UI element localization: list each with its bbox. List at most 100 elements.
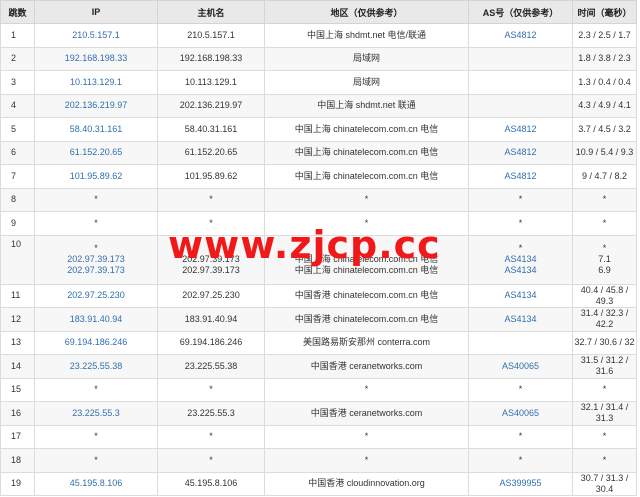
as-link[interactable]: AS4134 xyxy=(469,290,572,301)
region-cell: * xyxy=(264,211,469,236)
hop-number: 11 xyxy=(0,283,35,308)
as-cell: AS399955 xyxy=(468,471,573,496)
as-link[interactable]: AS4812 xyxy=(469,171,572,182)
as-cell: * AS4134 AS4134 xyxy=(468,234,573,285)
ip-link[interactable]: 183.91.40.94 xyxy=(35,314,157,325)
as-cell: * xyxy=(468,187,573,212)
ip-link[interactable]: 10.113.129.1 xyxy=(35,77,157,88)
time-cell: * xyxy=(572,377,637,402)
as-link[interactable]: AS40065 xyxy=(469,408,572,419)
ip-link[interactable]: 23.225.55.3 xyxy=(35,408,157,419)
time-cell: * xyxy=(572,424,637,449)
as-text xyxy=(469,100,572,111)
ip-link[interactable]: 69.194.186.246 xyxy=(35,337,157,348)
header-as: AS号（仅供参考） xyxy=(468,0,573,24)
hostname-cell: * xyxy=(157,448,265,473)
as-cell xyxy=(468,330,573,355)
hostname-cell: 192.168.198.33 xyxy=(157,46,265,71)
table-row: 12 183.91.40.94 183.91.40.94 中国香港 chinatele… xyxy=(0,307,637,332)
as-cell: AS4812 xyxy=(468,23,573,48)
ip-link[interactable]: 58.40.31.161 xyxy=(35,124,157,135)
region-text: 中国上海 chinatelecom.com.cn 电信 xyxy=(294,170,439,181)
header-hop: 跳数 xyxy=(0,0,35,24)
hostname-text: 202.97.39.173 xyxy=(182,265,240,275)
ip-link[interactable]: 202.97.25.230 xyxy=(35,290,157,301)
as-link[interactable]: AS4134 xyxy=(469,254,572,265)
ip-link[interactable]: 61.152.20.65 xyxy=(35,147,157,158)
hostname-text: 10.113.129.1 xyxy=(185,76,237,87)
hop-number: 18 xyxy=(0,448,35,473)
time-text: 30.7 / 31.3 / 30.4 xyxy=(580,472,629,494)
ip-cell: 101.95.89.62 xyxy=(34,164,158,189)
hop-number: 10 xyxy=(0,234,35,285)
hostname-text: 202.136.219.97 xyxy=(179,100,243,111)
ip-link[interactable]: 202.97.39.173 xyxy=(35,254,157,265)
region-cell: 中国香港 ceranetworks.com xyxy=(264,401,469,426)
time-text: 7.1 xyxy=(598,254,611,264)
time-cell: 2.3 / 2.5 / 1.7 xyxy=(572,23,637,48)
ip-cell: 210.5.157.1 xyxy=(34,23,158,48)
table-row: 2 192.168.198.33 192.168.198.33 局域网 1.8 / 3… xyxy=(0,46,637,71)
hostname-text: * xyxy=(209,454,213,465)
table-row: 4 202.136.219.97 202.136.219.97 中国上海 shdmt.… xyxy=(0,93,637,118)
region-text xyxy=(265,243,468,254)
hop-number: 5 xyxy=(0,117,35,142)
hostname-text: 69.194.186.246 xyxy=(179,337,243,348)
time-text: 6.9 xyxy=(598,265,611,275)
region-text: * xyxy=(364,384,369,395)
as-cell: * xyxy=(468,377,573,402)
as-link[interactable]: AS4812 xyxy=(469,124,572,135)
table-row: 1 210.5.157.1 210.5.157.1 中国上海 shdmt.net 电信… xyxy=(0,23,637,48)
as-link[interactable]: AS4812 xyxy=(469,30,572,41)
region-text: 中国上海 shdmt.net 联通 xyxy=(317,100,416,111)
region-cell: 中国香港 chinatelecom.com.cn 电信 xyxy=(264,307,469,332)
as-text xyxy=(469,77,572,88)
ip-link[interactable]: 192.168.198.33 xyxy=(35,53,157,64)
time-text: 40.4 / 45.8 / 49.3 xyxy=(580,284,629,306)
ip-link[interactable]: 45.195.8.106 xyxy=(35,478,157,489)
ip-link[interactable]: 210.5.157.1 xyxy=(35,30,157,41)
hop-number: 7 xyxy=(0,164,35,189)
region-text: * xyxy=(364,431,369,442)
region-cell: * xyxy=(264,424,469,449)
ip-text: * xyxy=(94,217,98,228)
ip-cell: 23.225.55.3 xyxy=(34,401,158,426)
ip-link[interactable]: 202.136.219.97 xyxy=(35,100,157,111)
as-link[interactable]: AS40065 xyxy=(469,361,572,372)
region-text: 中国香港 ceranetworks.com xyxy=(310,407,423,418)
hostname-cell: 202.97.39.173 202.97.39.173 xyxy=(157,234,265,285)
as-link[interactable]: AS4812 xyxy=(469,147,572,158)
as-link[interactable]: AS399955 xyxy=(469,478,572,489)
time-text: 31.5 / 31.2 / 31.6 xyxy=(580,355,629,377)
ip-cell: * xyxy=(34,211,158,236)
ip-link[interactable]: 23.225.55.38 xyxy=(35,361,157,372)
time-cell: 1.8 / 3.8 / 2.3 xyxy=(572,46,637,71)
ip-link[interactable]: 202.97.39.173 xyxy=(35,265,157,276)
hostname-cell: 23.225.55.3 xyxy=(157,401,265,426)
region-cell: 中国上海 shdmt.net 联通 xyxy=(264,93,469,118)
hostname-cell: * xyxy=(157,377,265,402)
hostname-cell: 101.95.89.62 xyxy=(157,164,265,189)
hop-number: 4 xyxy=(0,93,35,118)
ip-text: * xyxy=(94,454,98,465)
ip-cell: * xyxy=(34,448,158,473)
ip-link[interactable]: 101.95.89.62 xyxy=(35,171,157,182)
table-row: 10 * 202.97.39.173 202.97.39.173 202.97.39.… xyxy=(0,234,637,285)
as-cell: * xyxy=(468,448,573,473)
ip-text: * xyxy=(94,194,98,205)
ip-cell: * xyxy=(34,377,158,402)
time-text: 2.3 / 2.5 / 1.7 xyxy=(578,29,631,40)
table-header: 跳数 IP 主机名 地区（仅供参考） AS号（仅供参考） 时间（毫秒） xyxy=(0,0,637,24)
as-link[interactable]: AS4134 xyxy=(469,265,572,276)
time-text: 32.7 / 30.6 / 32 xyxy=(574,337,635,348)
as-link[interactable]: AS4134 xyxy=(469,314,572,325)
hop-number: 15 xyxy=(0,377,35,402)
hop-number: 6 xyxy=(0,140,35,165)
hostname-cell: * xyxy=(157,211,265,236)
table-row: 19 45.195.8.106 45.195.8.106 中国香港 cloudinno… xyxy=(0,471,637,496)
hostname-cell: 202.97.25.230 xyxy=(157,283,265,308)
as-cell xyxy=(468,46,573,71)
table-row: 14 23.225.55.38 23.225.55.38 中国香港 ceranetwo… xyxy=(0,354,637,379)
hop-number: 9 xyxy=(0,211,35,236)
ip-cell: 69.194.186.246 xyxy=(34,330,158,355)
